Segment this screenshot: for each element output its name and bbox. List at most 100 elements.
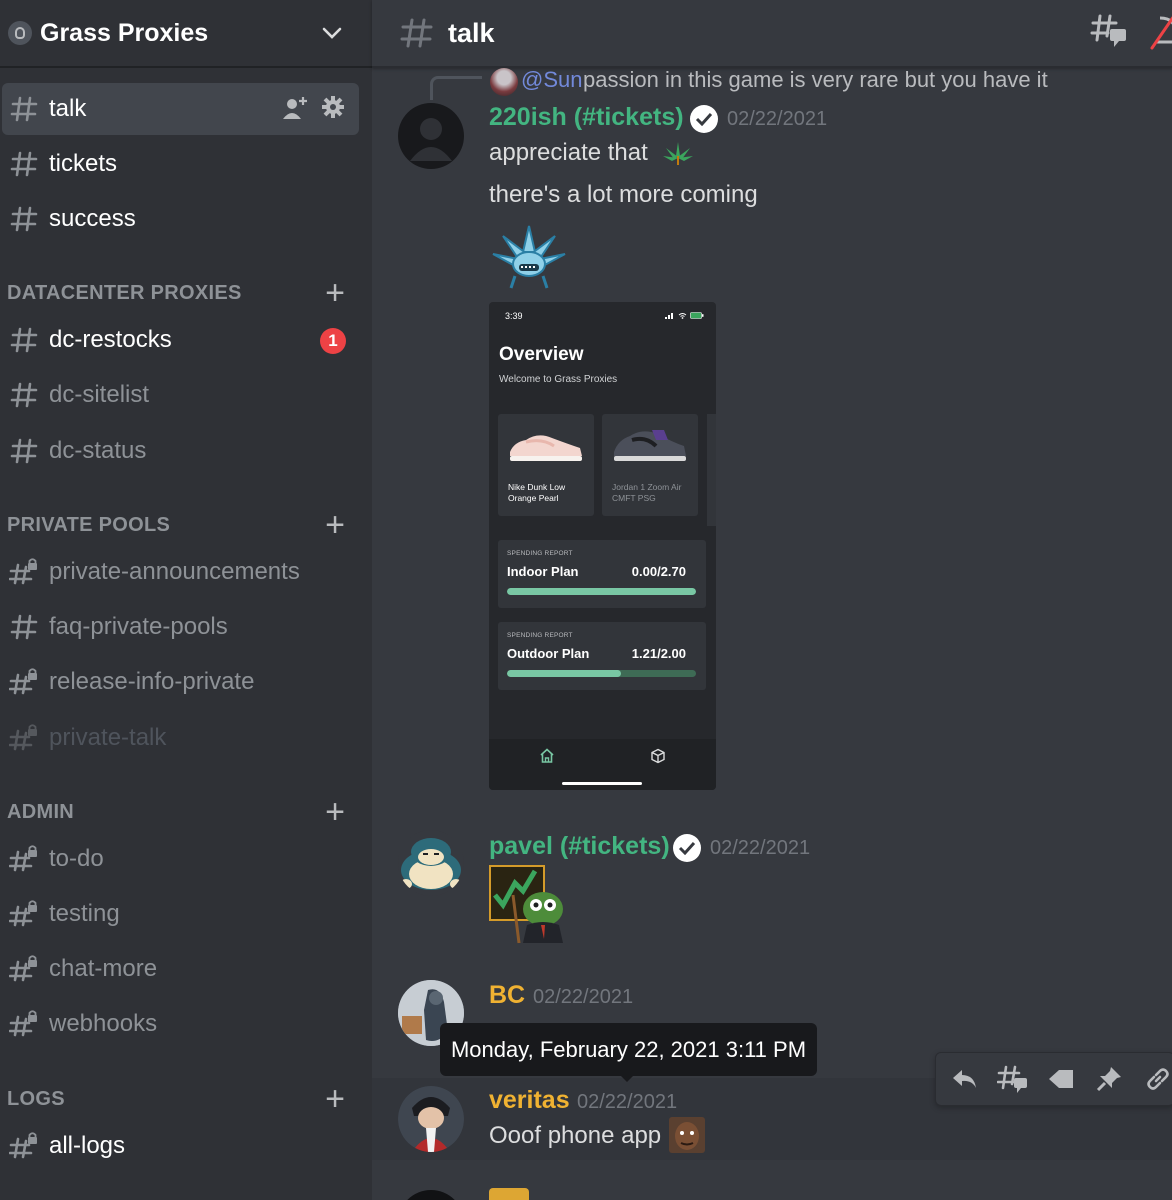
- reply-connector: [430, 76, 482, 100]
- channel-webhooks[interactable]: webhooks: [2, 998, 359, 1050]
- tooltip-arrow: [620, 1075, 634, 1082]
- server-boost-icon: [8, 21, 32, 45]
- hash-icon: [4, 205, 44, 233]
- channel-release-info-private[interactable]: release-info-private: [2, 656, 359, 708]
- channel-tickets[interactable]: tickets: [2, 138, 359, 190]
- chevron-down-icon[interactable]: [322, 27, 342, 39]
- channel-title: talk: [448, 17, 495, 48]
- message-timestamp[interactable]: 02/22/2021: [727, 108, 827, 131]
- add-channel-icon[interactable]: +: [325, 1082, 345, 1116]
- product-name: Nike Dunk Low Orange Pearl: [508, 482, 566, 503]
- channel-to-do[interactable]: to-do: [2, 833, 359, 885]
- timestamp-tooltip: Monday, February 22, 2021 3:11 PM: [440, 1023, 817, 1076]
- message-author[interactable]: 220ish (#tickets): [489, 103, 684, 132]
- pepe-stonks-emoji: [489, 865, 563, 944]
- locked-hash-icon: [4, 845, 44, 873]
- message-timestamp[interactable]: 02/22/2021: [533, 986, 633, 1009]
- locked-hash-icon: [4, 668, 44, 696]
- channel-faq-private-pools[interactable]: faq-private-pools: [2, 601, 359, 653]
- verified-icon: [690, 105, 718, 133]
- channel-private-announcements[interactable]: private-announcements: [2, 546, 359, 598]
- category-private-pools[interactable]: PRIVATE POOLS +: [7, 508, 347, 542]
- gear-icon[interactable]: [321, 95, 345, 119]
- message-list: @Sun passion in this game is very rare b…: [372, 67, 1172, 1200]
- plan-name: Indoor Plan: [507, 564, 579, 579]
- notification-bell-icon[interactable]: [1150, 14, 1172, 50]
- link-icon[interactable]: [1142, 1061, 1172, 1097]
- channel-dc-restocks[interactable]: dc-restocks 1: [2, 314, 359, 366]
- hash-icon: [4, 613, 44, 641]
- avatar[interactable]: [398, 103, 464, 169]
- report-tag: SPENDING REPORT: [507, 632, 573, 639]
- locked-hash-icon: [4, 724, 44, 752]
- hash-icon: [4, 95, 44, 123]
- phone-screen-title: Overview: [499, 344, 584, 365]
- message-timestamp[interactable]: 02/22/2021: [577, 1091, 677, 1114]
- reply-mention[interactable]: @Sun: [521, 67, 582, 93]
- category-logs[interactable]: LOGS +: [7, 1082, 347, 1116]
- server-header[interactable]: Grass Proxies: [0, 0, 372, 68]
- phone-tab-bar: [489, 739, 716, 790]
- avatar[interactable]: [398, 830, 464, 896]
- channel-private-talk[interactable]: private-talk: [2, 712, 359, 764]
- home-icon: [540, 748, 554, 763]
- channel-name: tickets: [49, 150, 118, 177]
- phone-status-icons: [665, 312, 704, 319]
- image-attachment[interactable]: 3:39 Overview Welcome to Grass Proxies N…: [489, 302, 716, 790]
- reply-avatar[interactable]: [490, 68, 518, 96]
- channel-dc-status[interactable]: dc-status: [2, 425, 359, 477]
- add-channel-icon[interactable]: +: [325, 508, 345, 542]
- hash-icon: [4, 150, 44, 178]
- channel-dc-sitelist[interactable]: dc-sitelist: [2, 369, 359, 421]
- usage-progress-bar: [507, 588, 696, 595]
- add-channel-icon[interactable]: +: [325, 795, 345, 829]
- locked-hash-icon: [4, 1132, 44, 1160]
- reply-icon[interactable]: [948, 1061, 980, 1097]
- create-thread-icon[interactable]: [996, 1061, 1028, 1097]
- reply-preview[interactable]: passion in this game is very rare but yo…: [583, 67, 1048, 93]
- channel-talk[interactable]: talk: [2, 83, 359, 135]
- message-author[interactable]: pavel (#tickets): [489, 832, 670, 861]
- channel-name: private-talk: [49, 724, 167, 751]
- channel-testing[interactable]: testing: [2, 888, 359, 940]
- channel-name: webhooks: [49, 1010, 158, 1037]
- channel-success[interactable]: success: [2, 193, 359, 245]
- product-card: Jordan 1 Zoom Air CMFT PSG: [602, 414, 698, 516]
- message-author[interactable]: BC: [489, 981, 525, 1010]
- category-datacenter-proxies[interactable]: DATACENTER PROXIES +: [7, 276, 347, 310]
- message-timestamp[interactable]: 02/22/2021: [710, 837, 810, 860]
- usage-progress-fill: [507, 670, 622, 677]
- message-line: Ooof phone app: [489, 1122, 662, 1149]
- pin-icon[interactable]: [1093, 1061, 1125, 1097]
- locked-hash-icon: [4, 1010, 44, 1038]
- channel-all-logs[interactable]: all-logs: [2, 1120, 359, 1172]
- hash-icon: [4, 326, 44, 354]
- hash-icon: [4, 381, 44, 409]
- phone-status-time: 3:39: [505, 311, 523, 321]
- spending-report-card: SPENDING REPORT Outdoor Plan 1.21/2.00: [498, 622, 706, 690]
- product-card-peek: [707, 414, 716, 526]
- avatar[interactable]: [398, 1086, 464, 1152]
- hash-icon: [4, 437, 44, 465]
- message-author[interactable]: veritas: [489, 1086, 570, 1115]
- channel-name: to-do: [49, 845, 104, 872]
- locked-hash-icon: [4, 558, 44, 586]
- usage-progress-fill: [507, 588, 696, 595]
- threads-icon[interactable]: [1090, 13, 1130, 49]
- category-label: LOGS: [7, 1087, 65, 1110]
- channel-name: all-logs: [49, 1132, 126, 1159]
- avatar[interactable]: [398, 1190, 464, 1200]
- channel-chat-more[interactable]: chat-more: [2, 943, 359, 995]
- add-channel-icon[interactable]: +: [325, 276, 345, 310]
- category-label: PRIVATE POOLS: [7, 513, 171, 536]
- channel-name: dc-status: [49, 437, 147, 464]
- channel-name: faq-private-pools: [49, 613, 228, 640]
- channel-name: talk: [49, 95, 87, 122]
- tag-icon[interactable]: [1045, 1061, 1077, 1097]
- channel-name: chat-more: [49, 955, 158, 982]
- add-member-icon[interactable]: [281, 95, 309, 121]
- category-admin[interactable]: ADMIN +: [7, 795, 347, 829]
- usage-progress-bar: [507, 670, 696, 677]
- hash-icon: [400, 18, 433, 48]
- message-author-partial: [489, 1188, 529, 1200]
